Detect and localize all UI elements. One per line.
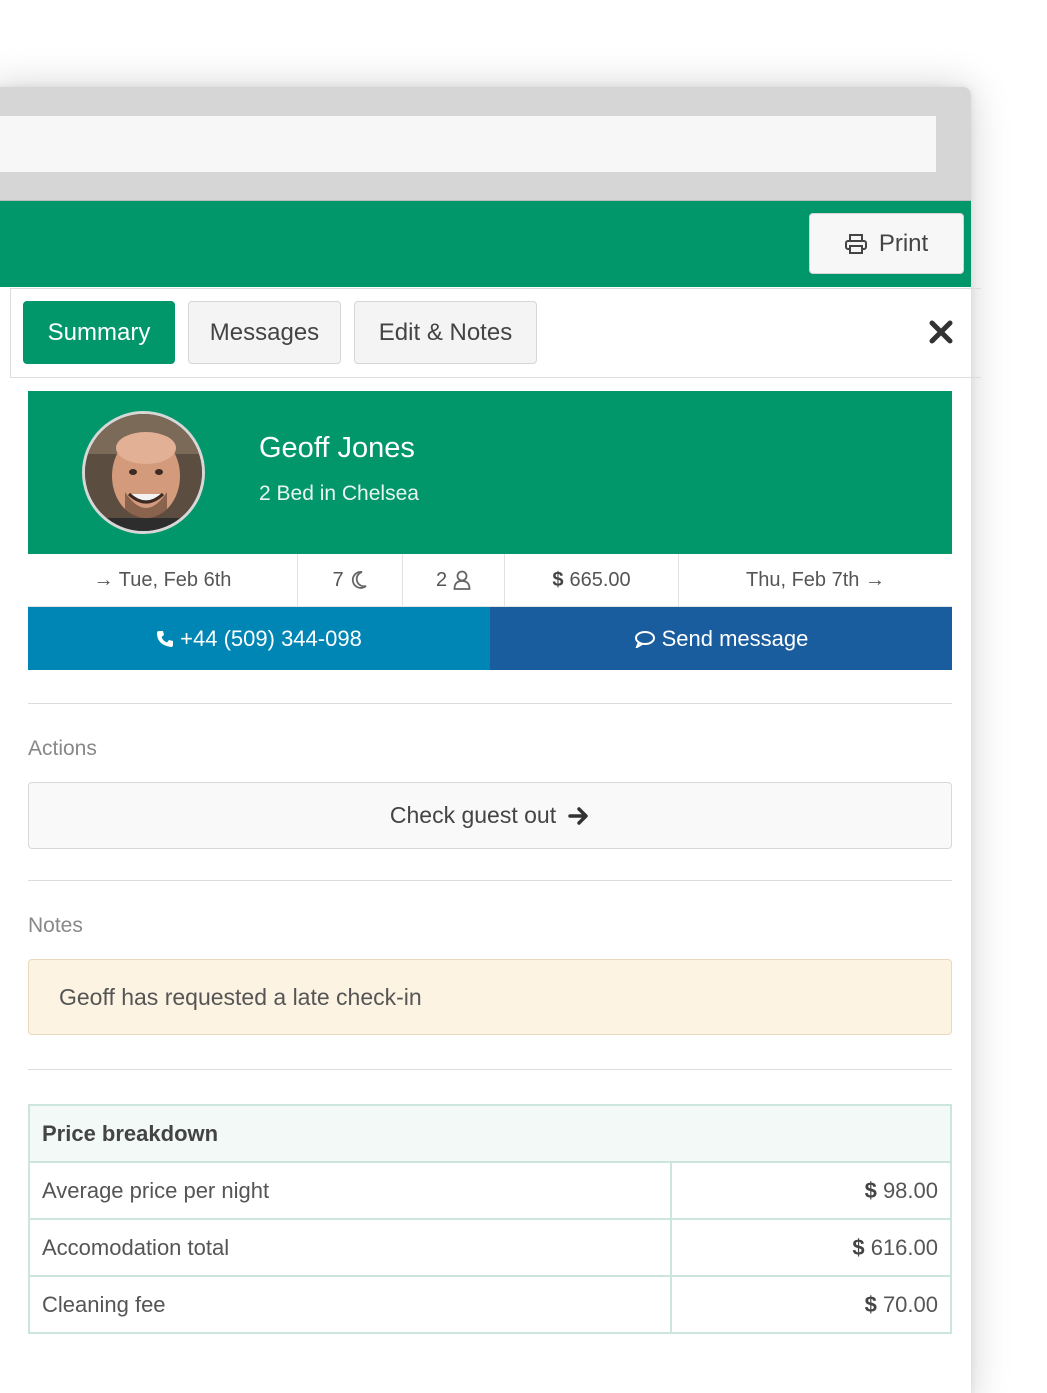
printer-icon [844, 233, 867, 254]
checkout-date: Thu, Feb 7th → [679, 554, 952, 606]
price-amount: 70.00 [882, 1291, 938, 1317]
call-button[interactable]: +44 (509) 344-098 [28, 607, 490, 670]
close-icon[interactable] [926, 317, 956, 347]
user-icon [453, 570, 471, 590]
price-row-label: Accomodation total [28, 1218, 672, 1277]
price-row-value: $ 98.00 [670, 1161, 952, 1220]
checkin-date: → Tue, Feb 6th [28, 554, 298, 606]
checkin-date-label: → Tue, Feb 6th [93, 568, 232, 591]
booking-stats: → Tue, Feb 6th 7 2 $ 665.00 Thu, Feb 7th… [28, 554, 952, 607]
currency-symbol: $ [864, 1291, 877, 1317]
guest-card: Geoff Jones 2 Bed in Chelsea [28, 391, 952, 554]
check-guest-out-button[interactable]: Check guest out [28, 782, 952, 849]
table-row: Average price per night $ 98.00 [28, 1161, 952, 1220]
price-row-label: Cleaning fee [28, 1275, 672, 1334]
contact-bar: +44 (509) 344-098 Send message [28, 607, 952, 670]
table-row: Accomodation total $ 616.00 [28, 1218, 952, 1277]
check-guest-out-label: Check guest out [389, 802, 557, 828]
chat-icon [634, 630, 655, 648]
tab-edit-notes[interactable]: Edit & Notes [354, 301, 537, 364]
currency-symbol: $ [864, 1177, 877, 1203]
phone-number: +44 (509) 344-098 [180, 625, 362, 651]
browser-chrome [0, 87, 971, 201]
moon-icon [351, 571, 367, 589]
avatar-photo [85, 414, 202, 531]
notes-heading: Notes [28, 914, 83, 937]
tab-summary[interactable]: Summary [23, 301, 175, 364]
note-box: Geoff has requested a late check-in [28, 959, 952, 1035]
nights-count: 7 [298, 554, 403, 606]
guest-name: Geoff Jones [259, 432, 415, 464]
divider [28, 703, 952, 704]
print-label: Print [878, 229, 929, 257]
price-breakdown-table: Price breakdown Average price per night … [28, 1104, 952, 1334]
table-header-row: Price breakdown [28, 1104, 952, 1163]
price-row-value: $ 70.00 [670, 1275, 952, 1334]
divider [28, 880, 952, 881]
phone-icon [157, 630, 174, 647]
divider [28, 1069, 952, 1070]
print-button[interactable]: Print [809, 213, 964, 274]
send-message-button[interactable]: Send message [490, 607, 952, 670]
address-bar[interactable] [0, 116, 936, 172]
booking-total: $ 665.00 [505, 554, 679, 606]
total-value: 665.00 [569, 568, 631, 591]
nights-value: 7 [332, 568, 344, 591]
tab-messages[interactable]: Messages [188, 301, 341, 364]
price-row-label: Average price per night [28, 1161, 672, 1220]
guests-count: 2 [403, 554, 505, 606]
currency-symbol: $ [552, 568, 564, 591]
guests-value: 2 [435, 568, 448, 591]
send-message-label: Send message [661, 625, 809, 651]
arrow-right-icon [568, 806, 588, 825]
price-amount: 98.00 [882, 1177, 938, 1203]
price-amount: 616.00 [870, 1234, 938, 1260]
note-text: Geoff has requested a late check-in [59, 983, 422, 1010]
price-row-value: $ 616.00 [670, 1218, 952, 1277]
actions-heading: Actions [28, 737, 97, 760]
guest-avatar [82, 411, 205, 534]
currency-symbol: $ [852, 1234, 865, 1260]
table-row: Cleaning fee $ 70.00 [28, 1275, 952, 1334]
checkout-date-label: Thu, Feb 7th → [746, 568, 885, 591]
price-breakdown-heading: Price breakdown [28, 1104, 952, 1163]
tab-bar: Summary Messages Edit & Notes [10, 288, 981, 378]
guest-listing: 2 Bed in Chelsea [259, 482, 419, 505]
